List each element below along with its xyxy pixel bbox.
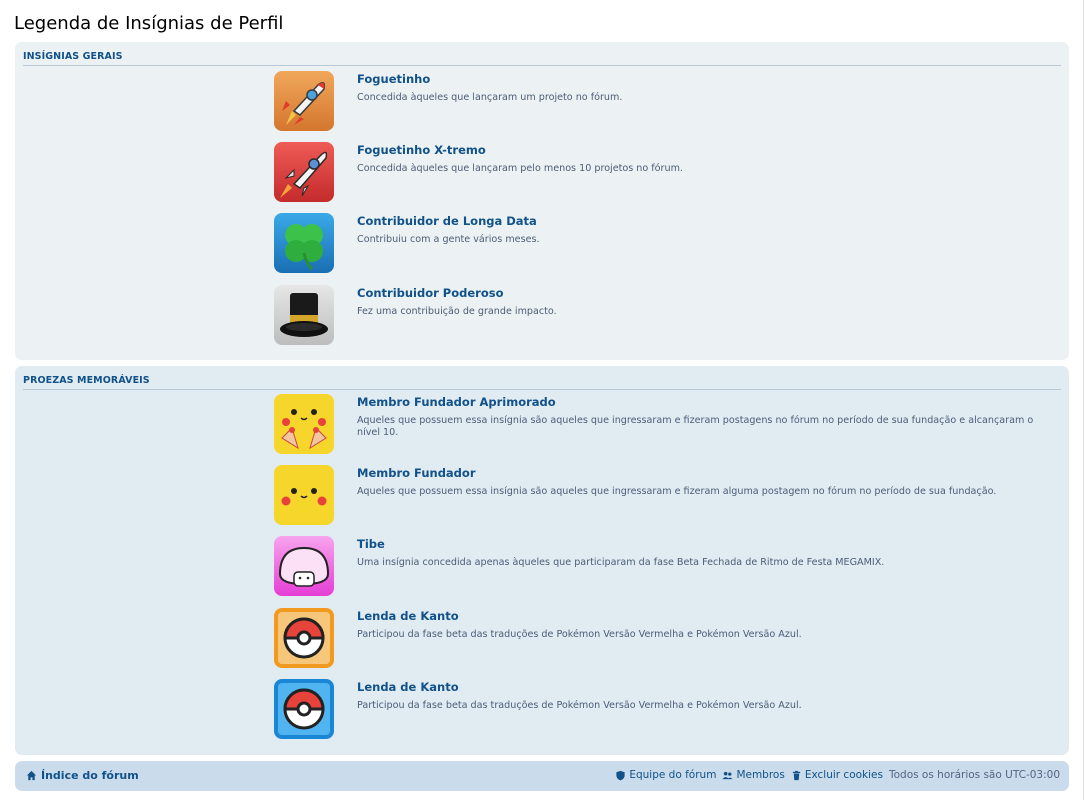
badge-name: Membro Fundador Aprimorado — [357, 395, 556, 409]
pokeball-blue-icon — [274, 679, 334, 739]
badge-row: Contribuidor Poderoso Fez uma contribuiç… — [274, 285, 1059, 347]
pikachu-party-icon — [274, 394, 334, 454]
badge-description: Uma insígnia concedida apenas àqueles qu… — [357, 557, 885, 568]
badge-name: Lenda de Kanto — [357, 680, 459, 694]
badge-description: Participou da fase beta das traduções de… — [357, 629, 802, 640]
badge-row: Foguetinho Concedida àqueles que lançara… — [274, 71, 1059, 133]
badge-description: Aqueles que possuem essa insígnia são aq… — [357, 415, 1034, 438]
badge-name: Lenda de Kanto — [357, 609, 459, 623]
page-title: Legenda de Insígnias de Perfil — [14, 13, 284, 34]
shield-icon — [615, 770, 626, 781]
section-header: INSÍGNIAS GERAIS — [23, 50, 1061, 66]
delete-cookies-label: Excluir cookies — [804, 769, 883, 781]
badge-description: Contribuiu com a gente vários meses. — [357, 234, 540, 245]
badge-name: Foguetinho — [357, 72, 431, 86]
badge-row: Contribuidor de Longa Data Contribuiu co… — [274, 213, 1059, 275]
forum-index-label: Índice do fórum — [41, 769, 139, 782]
rocket-orange-icon — [274, 71, 334, 131]
team-link[interactable]: Equipe do fórum — [615, 769, 716, 781]
footer-navbar: Índice do fórum Equipe do fórum Membros … — [15, 761, 1069, 791]
trash-icon — [791, 770, 802, 781]
badge-name: Membro Fundador — [357, 466, 476, 480]
members-label: Membros — [736, 769, 785, 781]
badge-description: Fez uma contribuição de grande impacto. — [357, 306, 557, 317]
badge-row: Lenda de Kanto Participou da fase beta d… — [274, 679, 1059, 741]
clover-icon — [274, 213, 334, 273]
delete-cookies-link[interactable]: Excluir cookies — [791, 769, 883, 781]
team-label: Equipe do fórum — [629, 769, 717, 781]
badge-name: Tibe — [357, 537, 385, 551]
badge-row: Lenda de Kanto Participou da fase beta d… — [274, 608, 1059, 670]
members-link[interactable]: Membros — [722, 769, 785, 781]
badge-description: Aqueles que possuem essa insígnia são aq… — [357, 486, 997, 497]
top-hat-icon — [274, 285, 334, 345]
badge-row: Foguetinho X-tremo Concedida àqueles que… — [274, 142, 1059, 204]
pikachu-face-icon — [274, 465, 334, 525]
badge-description: Participou da fase beta das traduções de… — [357, 700, 802, 711]
badge-description: Concedida àqueles que lançaram pelo meno… — [357, 163, 683, 174]
rocket-red-icon — [274, 142, 334, 202]
pokeball-orange-icon — [274, 608, 334, 668]
badge-row: Tibe Uma insígnia concedida apenas àquel… — [274, 536, 1059, 598]
badge-name: Contribuidor de Longa Data — [357, 214, 537, 228]
badge-name: Contribuidor Poderoso — [357, 286, 504, 300]
section-general-badges: INSÍGNIAS GERAIS Foguetinho Concedida àq… — [15, 42, 1069, 360]
timezone-text: Todos os horários são UTC-03:00 — [888, 769, 1060, 781]
home-icon — [26, 770, 37, 781]
badge-row: Membro Fundador Aqueles que possuem essa… — [274, 465, 1059, 527]
badge-name: Foguetinho X-tremo — [357, 143, 486, 157]
section-header: PROEZAS MEMORÁVEIS — [23, 374, 1061, 390]
badge-row: Membro Fundador Aprimorado Aqueles que p… — [274, 394, 1059, 456]
tibe-icon — [274, 536, 334, 596]
users-icon — [722, 770, 733, 781]
section-memorable-feats: PROEZAS MEMORÁVEIS Membro Fundador Aprim… — [15, 366, 1069, 755]
badge-description: Concedida àqueles que lançaram um projet… — [357, 92, 623, 103]
forum-index-link[interactable]: Índice do fórum — [26, 769, 139, 782]
